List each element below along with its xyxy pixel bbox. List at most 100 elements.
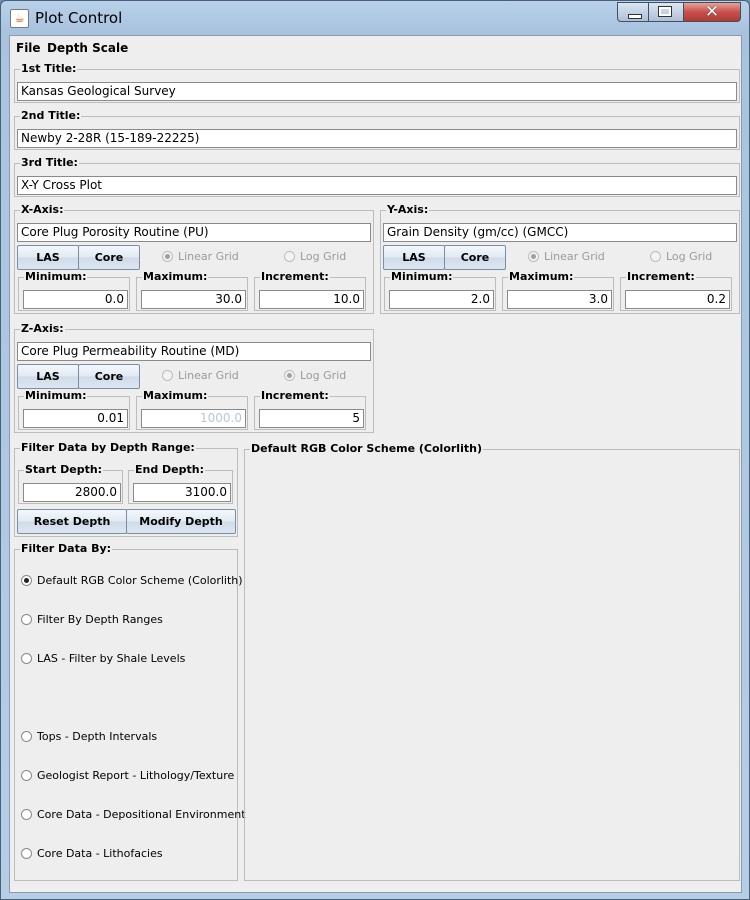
title-bar[interactable]: ☕ Plot Control ✕	[1, 1, 749, 35]
x-increment-group: Increment: 10.0	[254, 270, 366, 311]
maximize-button[interactable]	[648, 2, 684, 22]
y-maximum-input[interactable]: 3.0	[507, 290, 612, 309]
z-las-button[interactable]: LAS	[17, 364, 79, 389]
y-minimum-input[interactable]: 2.0	[389, 290, 494, 309]
radio-unselected-icon	[21, 731, 32, 742]
third-title-input[interactable]: X-Y Cross Plot	[17, 176, 737, 195]
menu-file[interactable]: File	[16, 41, 41, 55]
y-increment-label: Increment:	[626, 270, 696, 284]
java-app-icon: ☕	[10, 9, 29, 28]
y-axis-variable-field[interactable]: Grain Density (gm/cc) (GMCC)	[383, 223, 737, 242]
third-title-group: 3rd Title: X-Y Cross Plot	[14, 156, 740, 197]
x-log-grid-label: Log Grid	[300, 250, 347, 263]
first-title-input[interactable]: Kansas Geological Survey	[17, 82, 737, 101]
y-increment-group: Increment: 0.2	[620, 270, 732, 311]
filter-option-label: Core Data - Lithofacies	[37, 847, 163, 860]
z-minimum-input[interactable]: 0.01	[23, 409, 128, 428]
y-maximum-label: Maximum:	[508, 270, 575, 284]
radio-unselected-icon	[162, 370, 173, 381]
start-depth-group: Start Depth: 2800.0	[18, 463, 123, 504]
menu-bar: File Depth Scale	[10, 36, 741, 60]
x-axis-variable-field[interactable]: Core Plug Porosity Routine (PU)	[17, 223, 371, 242]
minimize-button[interactable]	[617, 2, 649, 22]
x-increment-input[interactable]: 10.0	[259, 290, 364, 309]
x-axis-legend: X-Axis:	[20, 203, 65, 217]
maximize-icon	[658, 6, 672, 17]
end-depth-label: End Depth:	[134, 463, 206, 477]
start-depth-input[interactable]: 2800.0	[23, 483, 121, 502]
depth-range-legend: Filter Data by Depth Range:	[20, 441, 196, 455]
end-depth-group: End Depth: 3100.0	[128, 463, 233, 504]
reset-depth-button[interactable]: Reset Depth	[17, 509, 127, 534]
z-axis-variable-field[interactable]: Core Plug Permeability Routine (MD)	[17, 342, 371, 361]
start-depth-label: Start Depth:	[24, 463, 104, 477]
y-minimum-group: Minimum: 2.0	[384, 270, 496, 311]
z-log-grid-label: Log Grid	[300, 369, 347, 382]
depth-range-group: Filter Data by Depth Range: Start Depth:…	[14, 441, 238, 537]
filter-option-label: Tops - Depth Intervals	[37, 730, 158, 743]
radio-unselected-icon	[21, 848, 32, 859]
x-minimum-input[interactable]: 0.0	[23, 290, 128, 309]
z-maximum-label: Maximum:	[142, 389, 209, 403]
z-linear-grid-label: Linear Grid	[178, 369, 239, 382]
color-scheme-panel: Default RGB Color Scheme (Colorlith)	[244, 442, 740, 881]
filter-option-label: Geologist Report - Lithology/Texture	[37, 769, 235, 782]
first-title-group: 1st Title: Kansas Geological Survey	[14, 62, 740, 103]
third-title-legend: 3rd Title:	[20, 156, 79, 170]
z-increment-label: Increment:	[260, 389, 330, 403]
y-increment-input[interactable]: 0.2	[625, 290, 730, 309]
second-title-legend: 2nd Title:	[20, 109, 82, 123]
color-scheme-legend: Default RGB Color Scheme (Colorlith)	[250, 442, 483, 456]
y-las-button[interactable]: LAS	[383, 245, 445, 270]
z-core-button[interactable]: Core	[78, 364, 140, 389]
radio-unselected-icon	[21, 809, 32, 820]
z-minimum-group: Minimum: 0.01	[18, 389, 130, 430]
filter-data-by-legend: Filter Data By:	[20, 542, 113, 556]
x-core-button[interactable]: Core	[78, 245, 140, 270]
filter-option-label: LAS - Filter by Shale Levels	[37, 652, 186, 665]
y-axis-legend: Y-Axis:	[386, 203, 430, 217]
menu-depth-scale[interactable]: Depth Scale	[47, 41, 128, 55]
radio-unselected-icon	[650, 251, 661, 262]
x-las-button[interactable]: LAS	[17, 245, 79, 270]
minimize-icon	[628, 14, 642, 19]
y-log-grid-label: Log Grid	[666, 250, 713, 263]
z-axis-group: Z-Axis: Core Plug Permeability Routine (…	[14, 322, 374, 433]
second-title-input[interactable]: Newby 2-28R (15-189-22225)	[17, 129, 737, 148]
content-pane: File Depth Scale 1st Title: Kansas Geolo…	[9, 35, 742, 893]
plot-control-window: ☕ Plot Control ✕ File Depth Scale 1st Ti…	[0, 0, 750, 900]
filter-option-label: Default RGB Color Scheme (Colorlith)	[37, 574, 243, 587]
z-axis-legend: Z-Axis:	[20, 322, 65, 336]
y-linear-grid-label: Linear Grid	[544, 250, 605, 263]
modify-depth-button[interactable]: Modify Depth	[126, 509, 236, 534]
end-depth-input[interactable]: 3100.0	[133, 483, 231, 502]
x-linear-grid-label: Linear Grid	[178, 250, 239, 263]
filter-option-label: Filter By Depth Ranges	[37, 613, 163, 626]
close-button[interactable]: ✕	[683, 2, 741, 22]
radio-selected-icon	[528, 251, 539, 262]
second-title-group: 2nd Title: Newby 2-28R (15-189-22225)	[14, 109, 740, 150]
radio-selected-icon	[284, 370, 295, 381]
first-title-legend: 1st Title:	[20, 62, 78, 76]
x-maximum-label: Maximum:	[142, 270, 209, 284]
window-title: Plot Control	[35, 9, 123, 27]
z-maximum-group: Maximum: 1000.0	[136, 389, 248, 430]
radio-unselected-icon	[21, 653, 32, 664]
x-minimum-group: Minimum: 0.0	[18, 270, 130, 311]
z-increment-input[interactable]: 5	[259, 409, 364, 428]
x-maximum-input[interactable]: 30.0	[141, 290, 246, 309]
x-minimum-label: Minimum:	[24, 270, 88, 284]
z-increment-group: Increment: 5	[254, 389, 366, 430]
y-minimum-label: Minimum:	[390, 270, 454, 284]
close-icon: ✕	[704, 2, 720, 22]
radio-unselected-icon	[284, 251, 295, 262]
filter-option-label: Core Data - Depositional Environment	[37, 808, 246, 821]
y-axis-group: Y-Axis: Grain Density (gm/cc) (GMCC) LAS…	[380, 203, 740, 314]
x-maximum-group: Maximum: 30.0	[136, 270, 248, 311]
y-maximum-group: Maximum: 3.0	[502, 270, 614, 311]
x-axis-group: X-Axis: Core Plug Porosity Routine (PU) …	[14, 203, 374, 314]
x-increment-label: Increment:	[260, 270, 330, 284]
z-maximum-input: 1000.0	[141, 409, 246, 428]
y-core-button[interactable]: Core	[444, 245, 506, 270]
radio-selected-icon	[162, 251, 173, 262]
